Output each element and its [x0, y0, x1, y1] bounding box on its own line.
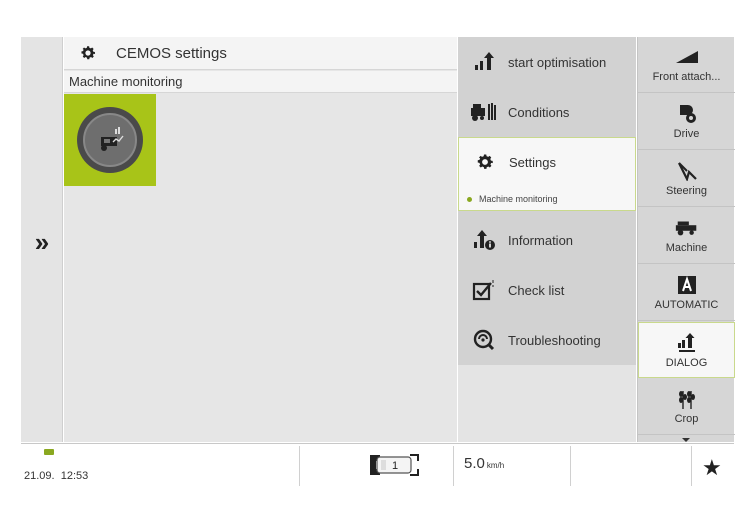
time-label: 12:53 — [60, 470, 89, 482]
steering-icon — [674, 160, 700, 182]
speed-display: 5.0 km/h — [464, 455, 504, 472]
status-bar: 21.09. 12:53 1 5.0 km/h ★ — [21, 443, 734, 489]
main-panel: CEMOS settings Machine monitoring — [64, 37, 457, 442]
nav-front-attachment[interactable]: Front attach... — [638, 37, 735, 93]
page-title: CEMOS settings — [116, 44, 227, 62]
front-attachment-icon — [674, 46, 700, 68]
menu-item-settings[interactable]: Settings Machine monitoring — [458, 137, 636, 211]
page-subtitle: Machine monitoring — [64, 71, 457, 93]
troubleshooting-icon — [470, 326, 498, 354]
divider — [691, 446, 692, 486]
left-strip: » — [21, 37, 63, 442]
machine-monitoring-tile[interactable] — [64, 94, 156, 186]
menu-item-troubleshooting[interactable]: Troubleshooting — [458, 315, 636, 365]
nav-drive[interactable]: Drive — [638, 94, 735, 150]
nav-machine[interactable]: Machine — [638, 208, 735, 264]
speed-value: 5.0 — [464, 455, 485, 472]
checklist-icon — [470, 276, 498, 304]
menu-item-information[interactable]: Information — [458, 215, 636, 265]
machine-gear-icon: 1 — [368, 452, 420, 478]
gear-icon — [471, 148, 499, 176]
favorite-star-icon[interactable]: ★ — [702, 455, 722, 481]
menu-subitem-machine-monitoring[interactable]: Machine monitoring — [467, 194, 558, 204]
active-dot — [467, 196, 472, 202]
divider — [570, 446, 571, 486]
conditions-icon — [470, 98, 498, 126]
expand-chevron-icon[interactable]: » — [27, 227, 57, 257]
menu-item-start-optimisation[interactable]: start optimisation — [458, 37, 636, 87]
menu-item-conditions[interactable]: Conditions — [458, 87, 636, 137]
nav-dialog[interactable]: DIALOG — [638, 322, 735, 378]
nav-crop[interactable]: Crop — [638, 379, 735, 435]
optimisation-icon — [470, 48, 498, 76]
machine-monitoring-icon — [83, 113, 137, 167]
gear-icon — [76, 41, 100, 65]
dialog-icon — [674, 332, 700, 354]
nav-automatic[interactable]: AUTOMATIC — [638, 265, 735, 321]
screen: » CEMOS settings Machine monitoring star… — [21, 37, 735, 489]
right-nav: Front attach... Drive Steering Machine A — [637, 37, 735, 442]
drive-icon — [674, 103, 700, 125]
cemos-menu: start optimisation Conditions Settings M — [458, 37, 636, 442]
information-icon — [470, 226, 498, 254]
speed-unit: km/h — [486, 461, 505, 470]
menu-list: start optimisation Conditions Settings M — [458, 37, 636, 365]
battery-icon — [44, 449, 54, 455]
scroll-down-icon[interactable] — [682, 438, 690, 442]
divider — [299, 446, 300, 486]
nav-steering[interactable]: Steering — [638, 151, 735, 207]
crop-icon — [674, 388, 700, 410]
automatic-icon — [674, 274, 700, 296]
page-header: CEMOS settings — [64, 37, 457, 70]
menu-item-check-list[interactable]: Check list — [458, 265, 636, 315]
date-time: 21.09. 12:53 — [24, 470, 88, 482]
gear-number: 1 — [392, 460, 398, 472]
divider — [453, 446, 454, 486]
tile-dial — [77, 107, 143, 173]
date-label: 21.09. — [24, 470, 55, 482]
machine-icon — [674, 217, 700, 239]
